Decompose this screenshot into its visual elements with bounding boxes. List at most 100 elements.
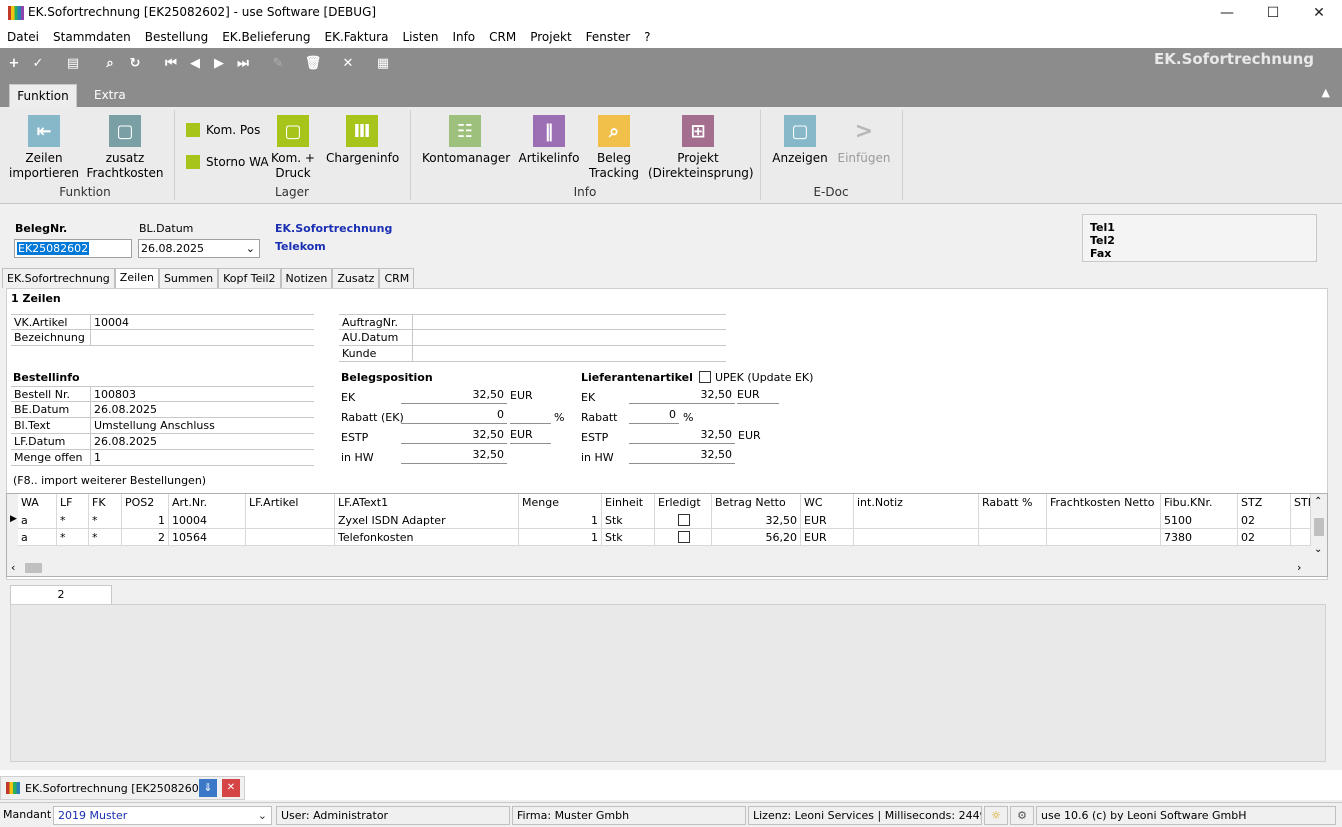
column-header[interactable]: int.Notiz [854, 494, 979, 512]
grid-icon[interactable]: ▦ [374, 54, 392, 72]
document-tab[interactable]: EK.Sofortrechnung [EK25082602] ⇓ ✕ [0, 776, 245, 800]
vk-artikel-field[interactable]: 10004 [91, 315, 129, 329]
grid-cell[interactable] [979, 512, 1047, 529]
grid-cell[interactable]: 1 [122, 512, 169, 529]
column-header[interactable]: STZ [1238, 494, 1291, 512]
einfuegen-button[interactable]: > Einfügen [836, 107, 892, 166]
grid-cell[interactable]: 32,50 [712, 512, 801, 529]
zeilen-importieren-button[interactable]: ⇤ Zeilen importieren [8, 107, 80, 181]
audatum-field[interactable] [413, 330, 416, 345]
edit-icon[interactable]: ✎ [269, 54, 287, 72]
beleg-tracking-button[interactable]: ⌕ Beleg Tracking [588, 107, 640, 181]
search-icon[interactable]: ⌕ [101, 54, 119, 72]
column-header[interactable]: Erledigt [655, 494, 712, 512]
erledigt-checkbox[interactable] [678, 531, 690, 543]
menu-ek-belieferung[interactable]: EK.Belieferung [215, 30, 317, 44]
grid-cell[interactable]: a [18, 512, 57, 529]
next-record-icon[interactable]: ▶ [210, 54, 228, 72]
column-header[interactable]: FK [89, 494, 122, 512]
mandant-select[interactable]: 2019 Muster ⌄ [53, 806, 272, 825]
ribbon-tab-funktion[interactable]: Funktion [9, 84, 77, 107]
lief-rabatt-field[interactable]: 0 [629, 408, 679, 424]
anzeigen-button[interactable]: ▢ Anzeigen [772, 107, 828, 166]
column-header[interactable]: Art.Nr. [169, 494, 246, 512]
cancel-icon[interactable]: ✕ [339, 54, 357, 72]
tab-crm[interactable]: CRM [379, 268, 415, 288]
lief-inhw-field[interactable]: 32,50 [629, 448, 735, 464]
grid-cell[interactable]: * [57, 529, 89, 546]
settings-icon[interactable]: ⚙ [1010, 806, 1034, 825]
menu-datei[interactable]: Datei [0, 30, 46, 44]
grid-cell[interactable]: EUR [801, 529, 854, 546]
tab-warenbewegung[interactable]: 2 Warenbewegung [10, 585, 112, 619]
grid-cell[interactable]: Stk [602, 529, 655, 546]
grid-cell[interactable] [854, 512, 979, 529]
grid-cell[interactable]: 1 [519, 529, 602, 546]
lief-estp-field[interactable]: 32,50 [629, 428, 735, 444]
grid-cell[interactable]: 1 [519, 512, 602, 529]
menu-info[interactable]: Info [445, 30, 482, 44]
previous-record-icon[interactable]: ◀ [186, 54, 204, 72]
grid-cell[interactable]: 10564 [169, 529, 246, 546]
column-header[interactable]: Rabatt % [979, 494, 1047, 512]
rabatt-extra-field[interactable] [510, 408, 551, 424]
grid-cell[interactable] [246, 512, 335, 529]
grid-cell[interactable] [246, 529, 335, 546]
estp-currency[interactable]: EUR [510, 428, 551, 444]
scroll-thumb[interactable] [25, 563, 42, 573]
menu-listen[interactable]: Listen [395, 30, 445, 44]
grid-cell[interactable]: a [18, 529, 57, 546]
ek-field[interactable]: 32,50 [401, 388, 507, 404]
grid-cell[interactable]: 7380 [1161, 529, 1238, 546]
menu-bestellung[interactable]: Bestellung [138, 30, 215, 44]
grid-cell[interactable]: Stk [602, 512, 655, 529]
rabatt-field[interactable]: 0 [401, 408, 507, 424]
refresh-icon[interactable]: ↻ [126, 54, 144, 72]
column-header[interactable]: STF [1291, 494, 1311, 512]
vertical-scrollbar[interactable]: ⌃ ⌄ [1311, 494, 1327, 560]
menu-help[interactable]: ? [637, 30, 657, 44]
menu-projekt[interactable]: Projekt [523, 30, 578, 44]
grid-cell[interactable]: Zyxel ISDN Adapter [335, 512, 519, 529]
scroll-up-icon[interactable]: ⌃ [1314, 496, 1322, 507]
column-header[interactable]: Einheit [602, 494, 655, 512]
check-icon[interactable]: ✓ [29, 54, 47, 72]
grid-cell[interactable]: Telefonkosten [335, 529, 519, 546]
grid-cell[interactable]: 02 [1238, 529, 1291, 546]
sun-icon[interactable]: ☼ [984, 806, 1008, 825]
column-header[interactable]: Menge [519, 494, 602, 512]
first-record-icon[interactable]: ⏮ [162, 54, 180, 72]
scroll-down-icon[interactable]: ⌄ [1314, 544, 1322, 555]
grid-cell[interactable] [1291, 512, 1311, 529]
grid-cell[interactable] [1047, 512, 1161, 529]
kontomanager-button[interactable]: ☷ Kontomanager [422, 107, 510, 166]
bl-text-field[interactable]: Umstellung Anschluss [91, 418, 215, 433]
grid-cell[interactable]: 2 [122, 529, 169, 546]
grid-cell[interactable]: 02 [1238, 512, 1291, 529]
grid-cell[interactable]: 56,20 [712, 529, 801, 546]
tab-zeilen[interactable]: Zeilen [114, 268, 159, 288]
kunde-field[interactable] [413, 346, 416, 361]
menge-offen-field[interactable]: 1 [91, 450, 101, 465]
close-document-icon[interactable]: ✕ [222, 779, 240, 797]
tab-summen[interactable]: Summen [158, 268, 219, 288]
last-record-icon[interactable]: ⏭ [234, 54, 252, 72]
ribbon-tab-extra[interactable]: Extra [94, 88, 126, 102]
lief-ek-field[interactable]: 32,50 [629, 388, 735, 404]
column-header[interactable]: POS2 [122, 494, 169, 512]
column-header[interactable]: Frachtkosten Netto [1047, 494, 1161, 512]
tab-ek-sofortrechnung[interactable]: EK.Sofortrechnung [2, 268, 115, 288]
chevron-down-icon[interactable]: ⌄ [246, 241, 255, 256]
auftragnr-field[interactable] [413, 315, 416, 329]
grid-cell[interactable]: * [57, 512, 89, 529]
bezeichnung-field[interactable] [91, 330, 94, 345]
inhw-field[interactable]: 32,50 [401, 448, 507, 464]
horizontal-scrollbar[interactable]: ‹ › [7, 560, 1311, 576]
grid-cell[interactable] [1291, 529, 1311, 546]
storno-wa-button[interactable]: Storno WA [186, 155, 269, 169]
maximize-button[interactable]: ☐ [1250, 0, 1296, 26]
menu-stammdaten[interactable]: Stammdaten [46, 30, 138, 44]
bestell-nr-field[interactable]: 100803 [91, 387, 136, 401]
column-header[interactable]: Fibu.KNr. [1161, 494, 1238, 512]
be-datum-field[interactable]: 26.08.2025 [91, 402, 157, 417]
